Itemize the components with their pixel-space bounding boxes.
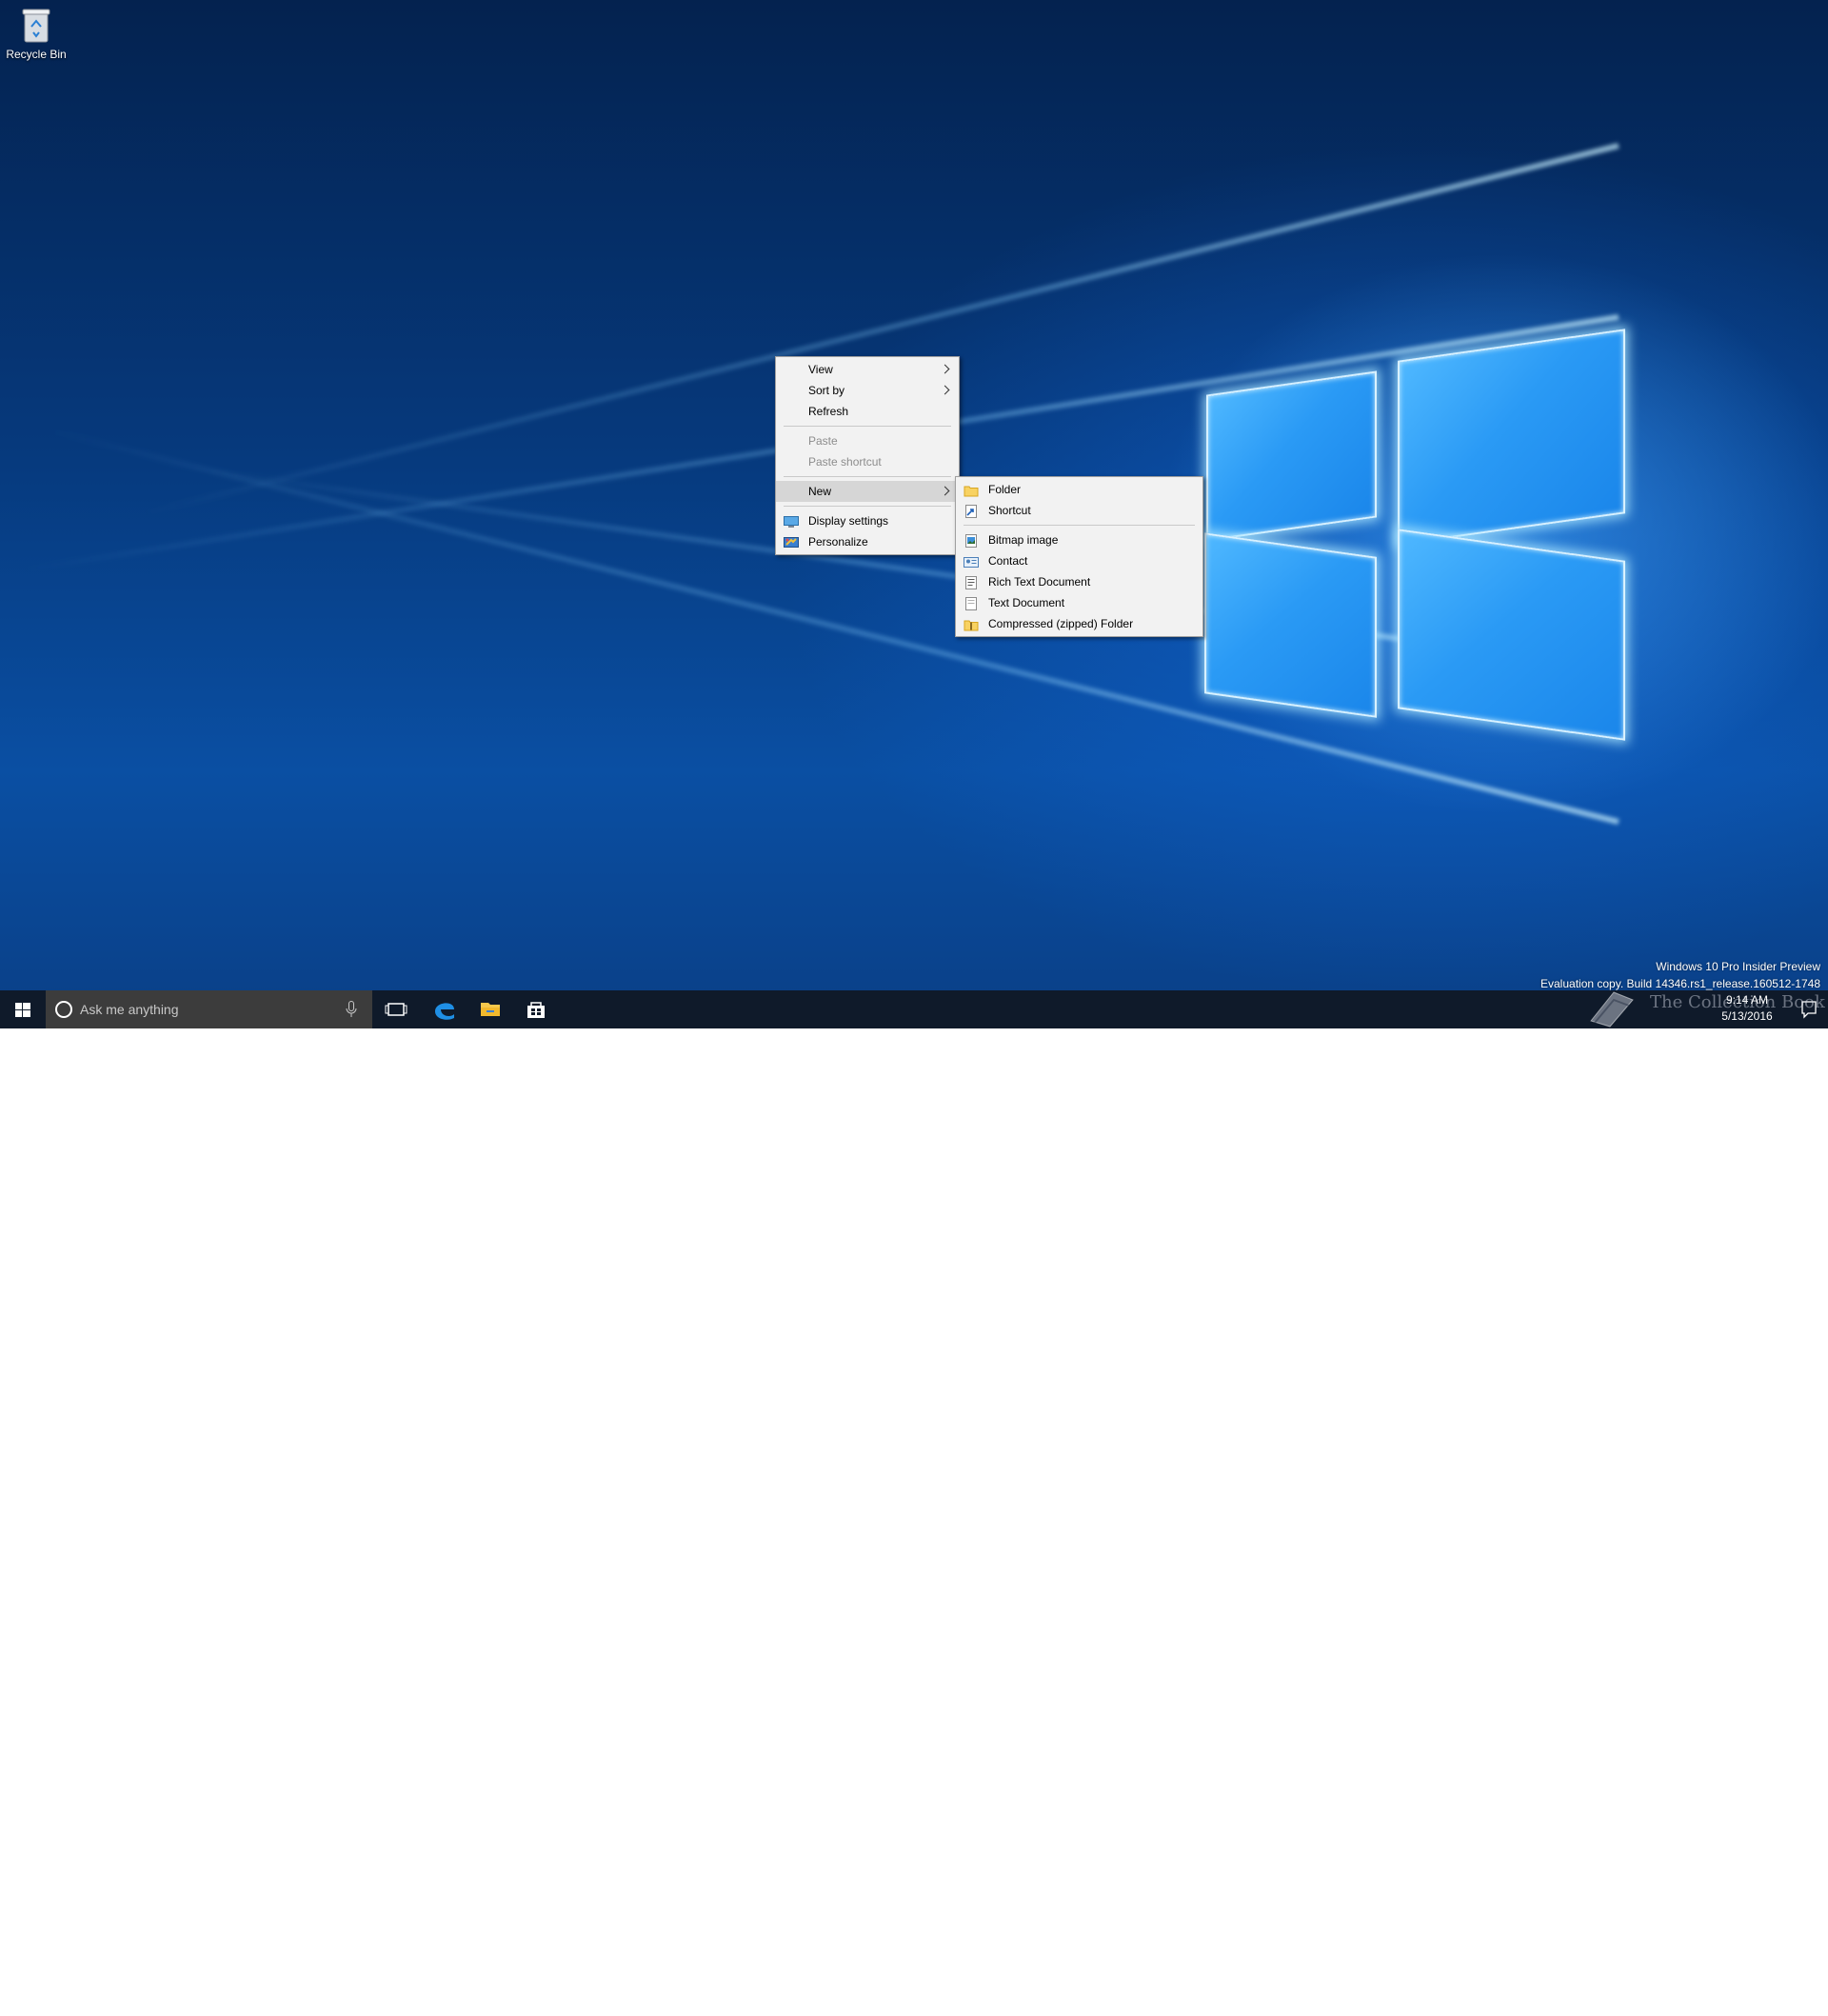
desktop-background[interactable]: Recycle Bin View Sort by Refresh Paste P… <box>0 0 1828 1028</box>
recycle-bin-icon <box>22 8 50 44</box>
submenu-item-label: Contact <box>988 554 1028 568</box>
menu-item-view[interactable]: View <box>776 359 959 380</box>
logo-pane-top-left <box>1206 370 1377 542</box>
logo-pane-bottom-right <box>1398 529 1625 741</box>
shortcut-icon <box>964 504 979 518</box>
submenu-item-folder[interactable]: Folder <box>956 479 1202 500</box>
menu-item-refresh[interactable]: Refresh <box>776 401 959 422</box>
menu-item-label: Sort by <box>808 384 845 397</box>
rich-text-document-icon <box>964 575 979 589</box>
submenu-item-text-document[interactable]: Text Document <box>956 592 1202 613</box>
submenu-item-rich-text-document[interactable]: Rich Text Document <box>956 571 1202 592</box>
show-hidden-icons-icon[interactable] <box>1650 1996 1661 2003</box>
volume-icon[interactable] <box>1685 1995 1697 2006</box>
network-icon[interactable] <box>1667 1996 1679 2006</box>
menu-item-paste[interactable]: Paste <box>776 430 959 451</box>
recycle-bin-shortcut[interactable]: Recycle Bin <box>4 6 69 61</box>
cortana-search-box[interactable]: Ask me anything <box>46 990 372 1028</box>
submenu-item-label: Folder <box>988 483 1022 496</box>
menu-item-label: Refresh <box>808 405 849 418</box>
menu-item-display-settings[interactable]: Display settings <box>776 510 959 531</box>
task-view-icon <box>385 1003 407 1016</box>
chevron-right-icon <box>940 380 951 401</box>
submenu-item-contact[interactable]: Contact <box>956 550 1202 571</box>
cortana-icon <box>55 1001 72 1018</box>
menu-item-label: New <box>808 485 832 498</box>
taskbar-clock[interactable]: 9:14 AM 5/13/2016 <box>1704 992 1790 1025</box>
windows-logo <box>1195 324 1633 752</box>
menu-item-sort-by[interactable]: Sort by <box>776 380 959 401</box>
bitmap-image-icon <box>964 533 979 548</box>
menu-item-label: Paste <box>808 434 838 448</box>
clock-date: 5/13/2016 <box>1721 1009 1773 1023</box>
menu-item-label: Paste shortcut <box>808 455 882 469</box>
menu-item-label: View <box>808 363 833 376</box>
submenu-item-label: Text Document <box>988 596 1065 609</box>
submenu-item-label: Shortcut <box>988 504 1031 517</box>
clock-time: 9:14 AM <box>1725 993 1769 1007</box>
contact-icon <box>964 554 979 568</box>
menu-separator <box>784 506 951 507</box>
watermark-edition: Windows 10 Pro Insider Preview <box>1656 960 1820 973</box>
chevron-right-icon <box>940 481 951 502</box>
system-tray <box>1647 1988 1704 2011</box>
book-logo-icon <box>1590 991 1634 1028</box>
submenu-item-compressed-folder[interactable]: Compressed (zipped) Folder <box>956 613 1202 634</box>
search-placeholder: Ask me anything <box>80 1002 179 1017</box>
new-submenu: Folder Shortcut Bitmap image Contact Ric… <box>955 476 1203 637</box>
display-settings-icon <box>784 514 799 528</box>
zip-folder-icon <box>964 617 979 631</box>
start-button[interactable] <box>0 990 46 1028</box>
menu-separator <box>784 426 951 427</box>
store-icon <box>527 1002 545 1018</box>
submenu-item-label: Compressed (zipped) Folder <box>988 617 1134 630</box>
chevron-right-icon <box>940 359 951 380</box>
logo-pane-top-right <box>1398 329 1625 546</box>
edge-taskbar-button[interactable] <box>422 990 467 1028</box>
menu-separator <box>784 476 951 477</box>
menu-item-label: Personalize <box>808 535 868 549</box>
task-view-button[interactable] <box>373 990 419 1028</box>
personalize-icon <box>784 535 799 549</box>
menu-item-label: Display settings <box>808 514 889 528</box>
file-explorer-icon <box>481 1003 500 1016</box>
submenu-item-label: Rich Text Document <box>988 575 1091 589</box>
logo-pane-bottom-left <box>1204 532 1377 718</box>
text-document-icon <box>964 596 979 610</box>
menu-item-personalize[interactable]: Personalize <box>776 531 959 552</box>
submenu-item-bitmap-image[interactable]: Bitmap image <box>956 529 1202 550</box>
menu-item-new[interactable]: New <box>776 481 959 502</box>
desktop-context-menu: View Sort by Refresh Paste Paste shortcu… <box>775 356 960 555</box>
menu-item-paste-shortcut[interactable]: Paste shortcut <box>776 451 959 472</box>
submenu-item-label: Bitmap image <box>988 533 1059 547</box>
menu-separator <box>964 525 1195 526</box>
windows-start-icon <box>15 1003 30 1017</box>
file-explorer-taskbar-button[interactable] <box>467 990 513 1028</box>
store-taskbar-button[interactable] <box>513 990 559 1028</box>
recycle-bin-label: Recycle Bin <box>6 48 67 61</box>
submenu-item-shortcut[interactable]: Shortcut <box>956 500 1202 521</box>
folder-icon <box>964 483 979 497</box>
taskbar: Ask me anything <box>0 990 1828 2006</box>
microphone-icon[interactable] <box>346 1001 357 1018</box>
edge-browser-icon <box>435 1003 454 1020</box>
